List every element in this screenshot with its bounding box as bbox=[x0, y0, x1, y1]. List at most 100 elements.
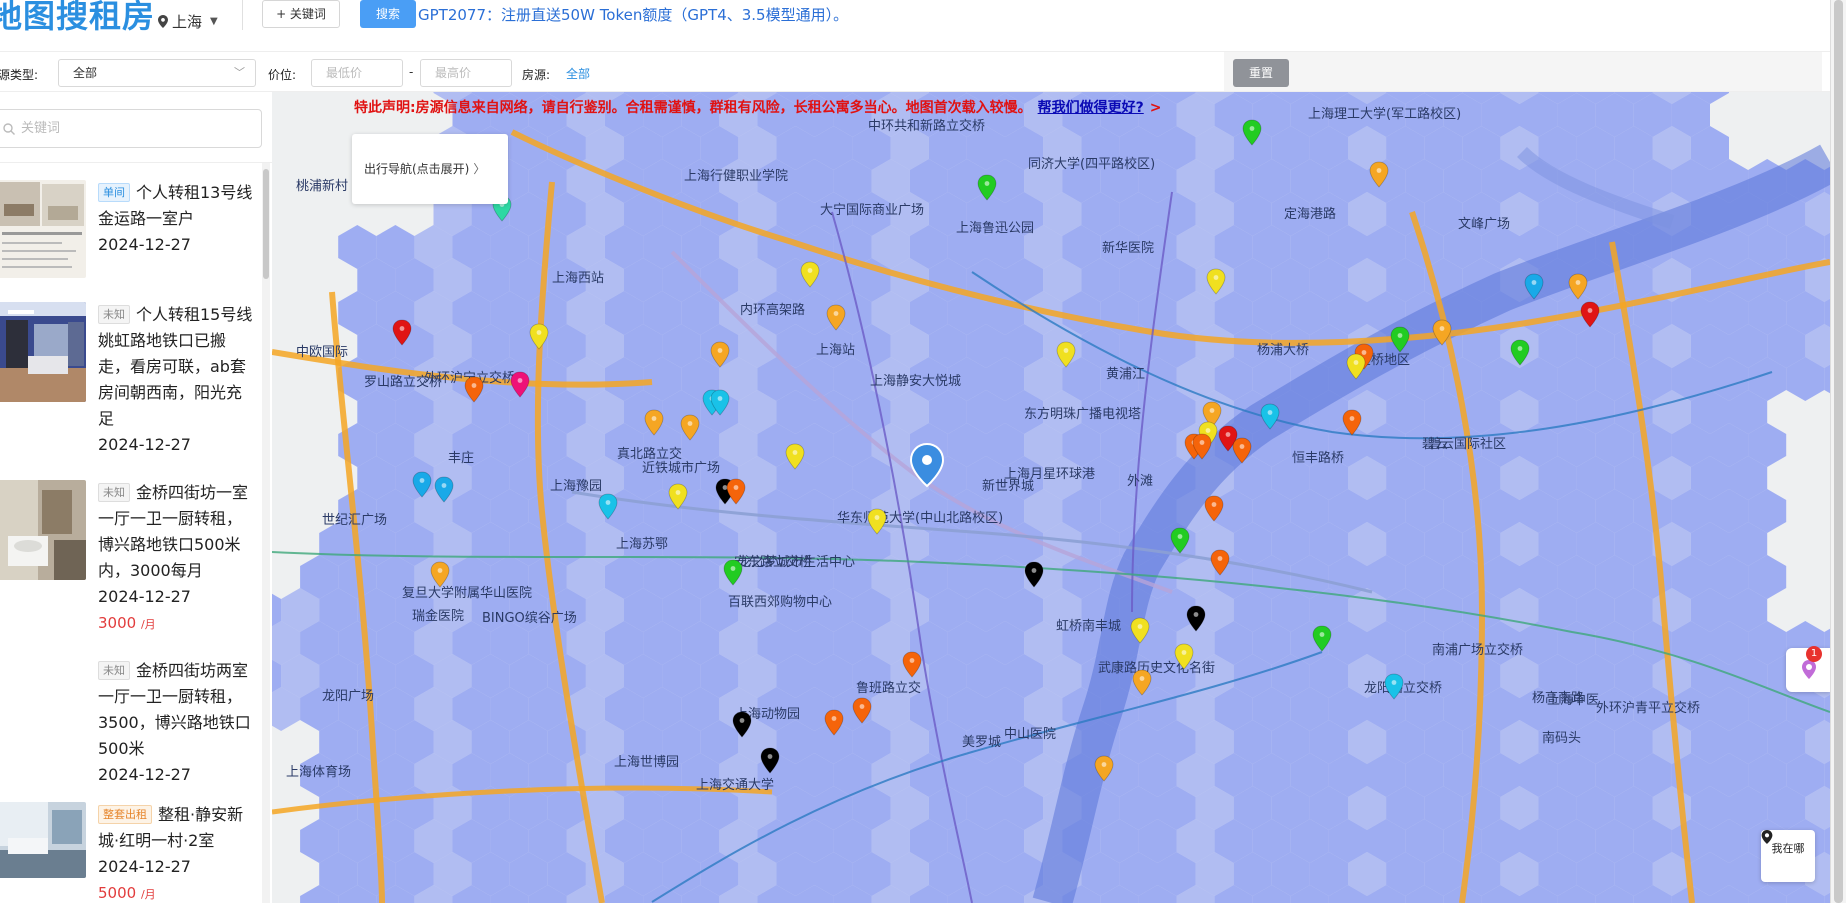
listing-tag: 未知 bbox=[98, 661, 130, 680]
listing-pin-dot bbox=[536, 330, 542, 335]
listing-pin-dot bbox=[792, 450, 798, 455]
listing-pin-dot bbox=[717, 348, 723, 353]
map-place-label: 南浦广场立交桥 bbox=[1432, 642, 1523, 658]
promo-link[interactable]: GPT2077：注册直送50W Token额度（GPT4、3.5模型通用）。 bbox=[418, 4, 848, 25]
price-max-input[interactable]: 最高价 bbox=[420, 59, 512, 87]
city-selector[interactable]: 上海 ▼ bbox=[158, 11, 218, 32]
source-all-link[interactable]: 全部 bbox=[566, 65, 590, 82]
map-place-label: 丰庄 bbox=[448, 450, 474, 466]
listing-item[interactable]: 未知 金桥四街坊一室一厅一卫一厨转租，博兴路地铁口500米内，3000每月 202… bbox=[0, 480, 260, 640]
listing-date: 2024-12-27 bbox=[98, 765, 191, 784]
listing-pin-dot bbox=[1177, 534, 1183, 539]
listing-date: 2024-12-27 bbox=[98, 587, 191, 606]
listing-pin-dot bbox=[717, 396, 723, 401]
sidebar-scrollbar[interactable] bbox=[262, 163, 270, 903]
search-placeholder: 关键词 bbox=[21, 121, 61, 136]
listing-pin-dot bbox=[1517, 346, 1523, 351]
travel-nav-panel[interactable]: 出行导航(点击展开) 〉 bbox=[352, 134, 508, 204]
scrollbar-thumb[interactable] bbox=[1834, 0, 1843, 903]
map-place-label: 上海鲁迅公园 bbox=[956, 221, 1034, 236]
map-place-label: 武康路历史文化名街 bbox=[1098, 660, 1215, 676]
listing-pin-dot bbox=[1439, 326, 1445, 331]
listing-photo[interactable] bbox=[0, 180, 86, 278]
map-place-label: 真北路立交 bbox=[617, 446, 682, 462]
divider bbox=[0, 162, 272, 163]
map-place-label: 虹桥南丰城 bbox=[1056, 618, 1121, 634]
listing-pin-dot bbox=[1193, 612, 1199, 617]
listing-photo[interactable] bbox=[0, 802, 86, 878]
listing-pin-dot bbox=[687, 421, 693, 426]
location-icon bbox=[1761, 830, 1773, 844]
listing-pin-dot bbox=[1225, 432, 1231, 437]
listing-pin-dot bbox=[1267, 410, 1273, 415]
listing-pin-dot bbox=[767, 754, 773, 759]
price-value: 3000 bbox=[98, 614, 137, 632]
travel-nav-label[interactable]: 出行导航(点击展开) bbox=[364, 162, 469, 176]
reset-button[interactable]: 重置 bbox=[1233, 59, 1289, 87]
page-scrollbar[interactable] bbox=[1830, 0, 1846, 903]
listing-pin-dot bbox=[419, 478, 425, 483]
chevron-down-icon: ﹀ bbox=[234, 66, 245, 79]
price-min-input[interactable]: 最低价 bbox=[311, 59, 403, 87]
listing-pin-dot bbox=[1199, 440, 1205, 445]
listing-pin-dot bbox=[739, 718, 745, 723]
listing-date: 2024-12-27 bbox=[98, 435, 191, 454]
map-place-label: 新世界城 bbox=[982, 478, 1034, 494]
map-canvas[interactable]: 中环共和新路立交桥 上海理工大学(军工路校区) 同济大学(四平路校区) 上海行健职业学… bbox=[272, 92, 1830, 903]
listing-sidebar: 关键词 单间 个人转租13号线金运路一室户 2024-12-27 未知 个人转租15… bbox=[0, 92, 272, 903]
listing-pin-dot bbox=[675, 490, 681, 495]
listing-pin-dot bbox=[1063, 348, 1069, 353]
map-place-label: 龙之梦城市生活中心 bbox=[738, 554, 855, 570]
map-place-label: 上海西站 bbox=[552, 271, 604, 286]
listing-price: 5000 /月 bbox=[98, 880, 256, 903]
price-label: 价位: bbox=[268, 68, 297, 82]
city-name: 上海 bbox=[172, 13, 203, 31]
listing-pin-dot bbox=[1397, 333, 1403, 338]
map-place-label: 上海站 bbox=[816, 343, 855, 358]
listing-pin-dot bbox=[1211, 502, 1217, 507]
listing-pin-dot bbox=[1217, 556, 1223, 561]
listing-pin-dot bbox=[984, 181, 990, 186]
listing-tag: 单间 bbox=[98, 183, 130, 202]
map-place-label: 上海行健职业学院 bbox=[684, 168, 788, 184]
disclaimer-text: 特此声明:房源信息来自网络，请自行鉴别。合租需谨慎，群租有风险，长租公寓多当心。… bbox=[354, 100, 1032, 116]
listing-pin-dot bbox=[517, 378, 523, 383]
chevron-right-icon: 〉 bbox=[473, 162, 486, 176]
map-place-label: 上海理工大学(军工路校区) bbox=[1308, 106, 1461, 122]
listing-pin-dot bbox=[730, 566, 736, 571]
feedback-link[interactable]: 帮我们做得更好? bbox=[1038, 100, 1144, 116]
listing-pin-dot bbox=[1391, 680, 1397, 685]
map-place-label: 文峰广场 bbox=[1458, 217, 1510, 232]
keyword-search-input[interactable]: 关键词 bbox=[0, 109, 262, 148]
locate-label: 我在哪 bbox=[1771, 842, 1805, 855]
price-dash: - bbox=[409, 65, 414, 79]
listing-pin-dot bbox=[471, 383, 477, 388]
listing-info: 未知 金桥四街坊一室一厅一卫一厨转租，博兴路地铁口500米内，3000每月 202… bbox=[98, 480, 256, 638]
map-place-label: 百联西郊购物中心 bbox=[728, 594, 832, 610]
listing-pin-dot bbox=[441, 483, 447, 488]
type-select[interactable]: 全部 ﹀ bbox=[58, 59, 256, 87]
listing-item[interactable]: 未知 个人转租15号线姚虹路地铁口已搬走，看房可联，ab套房间朝西南，阳光充足 2… bbox=[0, 302, 260, 462]
search-button[interactable]: 搜索 bbox=[360, 0, 416, 28]
scrollbar-thumb[interactable] bbox=[263, 169, 269, 279]
app-root: 地图搜租房 上海 ▼ + 关键词 搜索 GPT2077：注册直送50W Toke… bbox=[0, 0, 1846, 903]
listing-pin-dot bbox=[605, 500, 611, 505]
map-place-label: 杨浦大桥 bbox=[1257, 343, 1309, 358]
listing-item[interactable]: 整套出租 整租·静安新城·红明一村·2室 2024-12-27 5000 /月 bbox=[0, 802, 260, 902]
map-place-label: 大宁国际商业广场 bbox=[820, 202, 924, 218]
locate-me-button[interactable]: 我在哪 bbox=[1761, 830, 1815, 882]
map-place-label: 中欧国际 bbox=[296, 345, 348, 360]
site-logo[interactable]: 地图搜租房 bbox=[0, 0, 155, 32]
listing-item[interactable]: 未知 金桥四街坊两室一厅一卫一厨转租，3500，博兴路地铁口500米 2024-1… bbox=[0, 658, 260, 788]
map-layer[interactable]: 中环共和新路立交桥 上海理工大学(军工路校区) 同济大学(四平路校区) 上海行健职业学… bbox=[272, 92, 1830, 903]
top-header: 地图搜租房 上海 ▼ + 关键词 搜索 GPT2077：注册直送50W Toke… bbox=[0, 0, 1846, 52]
listing-photo[interactable] bbox=[0, 302, 86, 402]
feedback-arrow[interactable]: > bbox=[1150, 100, 1162, 116]
map-place-label: 上海豫园 bbox=[550, 479, 602, 494]
add-keyword-button[interactable]: + 关键词 bbox=[262, 0, 340, 28]
map-place-label: 上海交通大学 bbox=[696, 777, 774, 793]
listing-item[interactable]: 单间 个人转租13号线金运路一室户 2024-12-27 bbox=[0, 180, 260, 290]
listing-photo[interactable] bbox=[0, 480, 86, 580]
map-place-label: 复旦大学附属华山医院 bbox=[402, 585, 532, 601]
listing-pin-dot bbox=[1531, 280, 1537, 285]
